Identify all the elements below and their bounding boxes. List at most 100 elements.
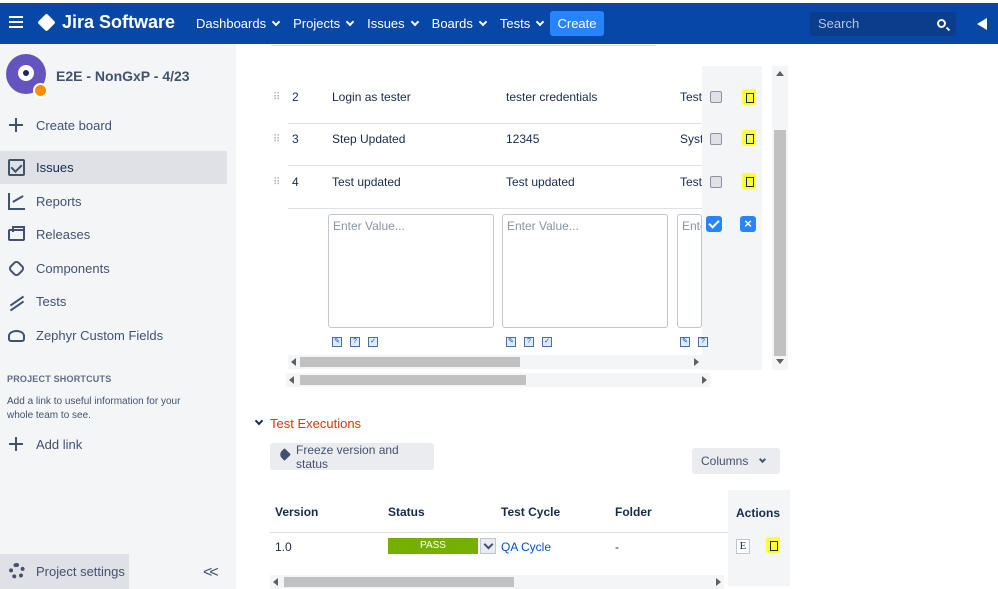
components-puzzle-icon [7, 259, 26, 278]
delete-execution-icon[interactable] [766, 537, 780, 553]
sidebar-item-label: Zephyr Custom Fields [36, 328, 164, 343]
help-icon[interactable]: ? [524, 337, 534, 347]
drag-handle-icon[interactable]: ⠿ [273, 177, 280, 188]
scroll-up-arrow-icon[interactable] [776, 71, 784, 76]
clone-step-icon[interactable] [710, 91, 722, 103]
sidebar-item-issues[interactable]: Issues [0, 151, 227, 184]
menu-icon[interactable] [9, 16, 23, 28]
step-text[interactable]: Login as tester [332, 90, 492, 104]
scroll-thumb[interactable] [300, 375, 526, 385]
nav-projects[interactable]: Projects [293, 16, 355, 31]
scroll-left-arrow-icon[interactable] [289, 376, 294, 384]
test-step-row[interactable]: ⠿ 2 Login as tester tester credentials T… [273, 82, 702, 124]
edit-icon[interactable]: ✎ [332, 337, 342, 347]
new-step-result-input[interactable]: Enter Value... [677, 214, 702, 328]
sidebar-item-label: Components [36, 261, 110, 276]
step-number: 2 [292, 90, 299, 104]
project-sidebar: E2E - NonGxP - 4/23 Create board Issues … [0, 44, 236, 589]
pin-icon [278, 448, 291, 461]
steps-vertical-scrollbar[interactable] [772, 66, 788, 370]
help-icon[interactable]: ? [350, 337, 360, 347]
outer-horizontal-scrollbar[interactable] [286, 373, 710, 387]
sidebar-item-tests[interactable]: Tests [0, 285, 227, 318]
column-header-status[interactable]: Status [388, 505, 425, 519]
columns-button[interactable]: Columns [692, 448, 780, 474]
project-settings-button[interactable]: Project settings [0, 554, 129, 589]
cancel-step-button[interactable]: × [740, 216, 756, 232]
scroll-thumb[interactable] [300, 357, 520, 367]
new-step-input[interactable]: Enter Value... [328, 214, 494, 328]
edit-icon[interactable]: ✎ [680, 337, 690, 347]
search-input[interactable]: Search [810, 12, 956, 36]
execute-button[interactable]: E [736, 539, 750, 554]
column-header-test-cycle[interactable]: Test Cycle [501, 505, 560, 519]
sidebar-item-reports[interactable]: Reports [0, 185, 227, 218]
search-icon[interactable] [937, 19, 946, 28]
step-data[interactable]: 12345 [506, 132, 676, 146]
sidebar-item-zephyr-custom-fields[interactable]: Zephyr Custom Fields [0, 319, 227, 352]
clone-step-icon[interactable] [710, 176, 722, 188]
chevron-down-icon[interactable] [254, 416, 264, 426]
column-header-folder[interactable]: Folder [615, 505, 652, 519]
test-step-row[interactable]: ⠿ 3 Step Updated 12345 Syst [273, 124, 702, 166]
status-dropdown-button[interactable] [480, 538, 496, 554]
sidebar-item-releases[interactable]: Releases [0, 218, 227, 251]
plus-icon [8, 436, 25, 453]
collapse-sidebar-icon[interactable]: << [203, 564, 219, 582]
step-data[interactable]: tester credentials [506, 90, 676, 104]
issues-icon [8, 159, 25, 176]
nav-boards[interactable]: Boards [432, 16, 488, 31]
delete-step-icon[interactable] [742, 89, 756, 105]
test-executions-heading[interactable]: Test Executions [270, 416, 361, 431]
step-text[interactable]: Test updated [332, 175, 492, 189]
project-type-badge-icon [33, 83, 48, 98]
step-result[interactable]: Test [680, 175, 702, 189]
nav-tests[interactable]: Tests [500, 16, 545, 31]
create-button[interactable]: Create [550, 11, 604, 36]
tests-icon [8, 293, 25, 310]
edit-icon[interactable]: ✎ [506, 337, 516, 347]
nav-issues[interactable]: Issues [367, 16, 419, 31]
clone-step-icon[interactable] [710, 133, 722, 145]
step-result[interactable]: Test [680, 90, 702, 104]
jira-logo[interactable]: Jira Software [37, 12, 175, 33]
new-step-data-input[interactable]: Enter Value... [502, 214, 668, 328]
execution-actions-column: Actions E [728, 490, 790, 586]
test-cycle-link[interactable]: QA Cycle [501, 540, 551, 554]
scroll-right-arrow-icon[interactable] [694, 358, 699, 366]
scroll-right-arrow-icon[interactable] [702, 376, 707, 384]
feedback-megaphone-icon[interactable] [975, 18, 989, 30]
project-name[interactable]: E2E - NonGxP - 4/23 [56, 68, 190, 84]
drag-handle-icon[interactable]: ⠿ [273, 134, 280, 145]
step-text[interactable]: Step Updated [332, 132, 492, 146]
scroll-thumb[interactable] [284, 577, 514, 587]
scroll-left-arrow-icon[interactable] [273, 578, 278, 586]
project-settings-label: Project settings [36, 564, 125, 579]
executions-horizontal-scrollbar[interactable] [270, 575, 724, 589]
scroll-thumb[interactable] [774, 130, 786, 356]
step-result[interactable]: Syst [680, 132, 702, 146]
delete-step-icon[interactable] [742, 173, 756, 189]
column-header-version[interactable]: Version [275, 505, 318, 519]
add-link[interactable]: Add link [0, 428, 227, 461]
columns-label: Columns [701, 454, 749, 468]
inner-horizontal-scrollbar[interactable] [288, 355, 702, 369]
sidebar-item-label: Releases [36, 227, 91, 242]
delete-step-icon[interactable] [742, 130, 756, 146]
status-badge[interactable]: PASS [388, 538, 478, 554]
freeze-version-button[interactable]: Freeze version and status [270, 443, 434, 471]
drag-handle-icon[interactable]: ⠿ [273, 92, 280, 103]
scroll-left-arrow-icon[interactable] [291, 358, 296, 366]
previous-row-edge [271, 44, 656, 46]
checkbox-icon[interactable]: ✓ [368, 337, 378, 347]
help-icon[interactable]: ? [698, 337, 708, 347]
step-data[interactable]: Test updated [506, 175, 676, 189]
scroll-right-arrow-icon[interactable] [716, 578, 721, 586]
save-step-button[interactable] [706, 216, 722, 232]
nav-dashboards[interactable]: Dashboards [196, 16, 281, 31]
checkbox-icon[interactable]: ✓ [542, 337, 552, 347]
create-board-link[interactable]: Create board [0, 109, 227, 142]
test-step-row[interactable]: ⠿ 4 Test updated Test updated Test [273, 167, 702, 209]
sidebar-item-components[interactable]: Components [0, 252, 227, 285]
scroll-down-arrow-icon[interactable] [776, 359, 784, 364]
